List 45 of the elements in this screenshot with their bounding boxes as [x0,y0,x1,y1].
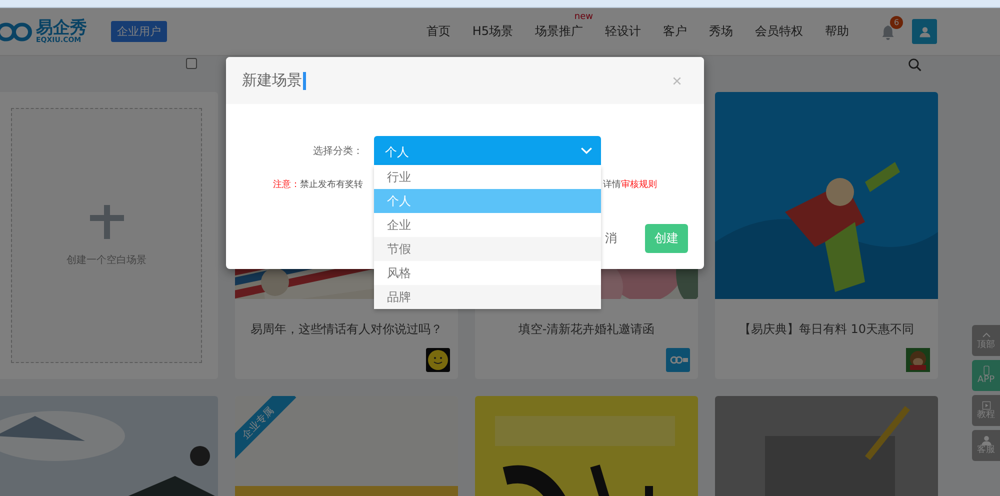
cancel-button[interactable]: 消 [605,230,617,247]
nav-link[interactable]: 首页 [426,23,450,40]
person-icon [980,435,992,446]
create-scene-area[interactable]: 创建一个空白场景 [11,108,202,363]
notification-count: 6 [890,16,903,28]
modal-title: 新建场景 [242,71,302,90]
category-select[interactable]: 个人 [374,136,601,165]
dropdown-option[interactable]: 行业 [374,165,601,189]
notice-link[interactable]: 审核规则 [621,180,657,190]
card-title[interactable]: 填空-清新花卉婚礼邀请函 [518,321,655,338]
dropdown-option[interactable]: 节假 [374,237,601,261]
play-icon [980,400,992,412]
nav-link[interactable]: 客户 [663,23,687,40]
user-avatar-button[interactable] [912,19,937,44]
nav-link[interactable]: H5场景 [472,23,513,40]
create-button[interactable]: 创建 [645,224,688,253]
new-label: new [574,13,593,22]
nav-link[interactable]: 轻设计 [605,23,641,40]
card-title[interactable]: 【易庆典】每日有料 10天惠不同 [738,321,914,338]
nav-link[interactable]: 会员特权 [755,23,803,40]
text-cursor [303,72,306,90]
notice-text: 注意：禁止发布有奖转 [273,178,363,191]
card-title[interactable]: 易周年，这些情话有人对你说过吗？ [250,321,442,338]
scene-card[interactable]: 【易庆典】每日有料 10天惠不同 [715,92,938,379]
chevron-down-icon [580,145,593,156]
dropdown-option[interactable]: 风格 [374,261,601,285]
plus-icon [90,204,124,238]
nav-link[interactable]: 帮助 [825,23,849,40]
logo-name: 易企秀 [36,20,87,36]
field-label: 选择分类： [313,144,364,158]
close-icon[interactable] [672,76,682,86]
filter-checkbox[interactable] [186,58,197,69]
account-badge: 企业用户 [111,21,167,42]
logo-avatar-icon [666,348,690,372]
bell-icon[interactable] [881,24,895,40]
person-icon [918,26,930,38]
nav-link[interactable]: 秀场 [709,23,733,40]
scene-card[interactable]: 创建一个空白场景 [0,92,218,379]
smiley-avatar-icon [426,348,450,372]
search-icon[interactable] [908,58,922,72]
create-label: 创建一个空白场景 [66,254,146,266]
nav-link[interactable]: 场景推广 [535,23,583,40]
notice-text: 详情审核规则 [603,178,657,191]
dropdown-option[interactable]: 品牌 [374,285,601,309]
dropdown-option[interactable]: 企业 [374,213,601,237]
